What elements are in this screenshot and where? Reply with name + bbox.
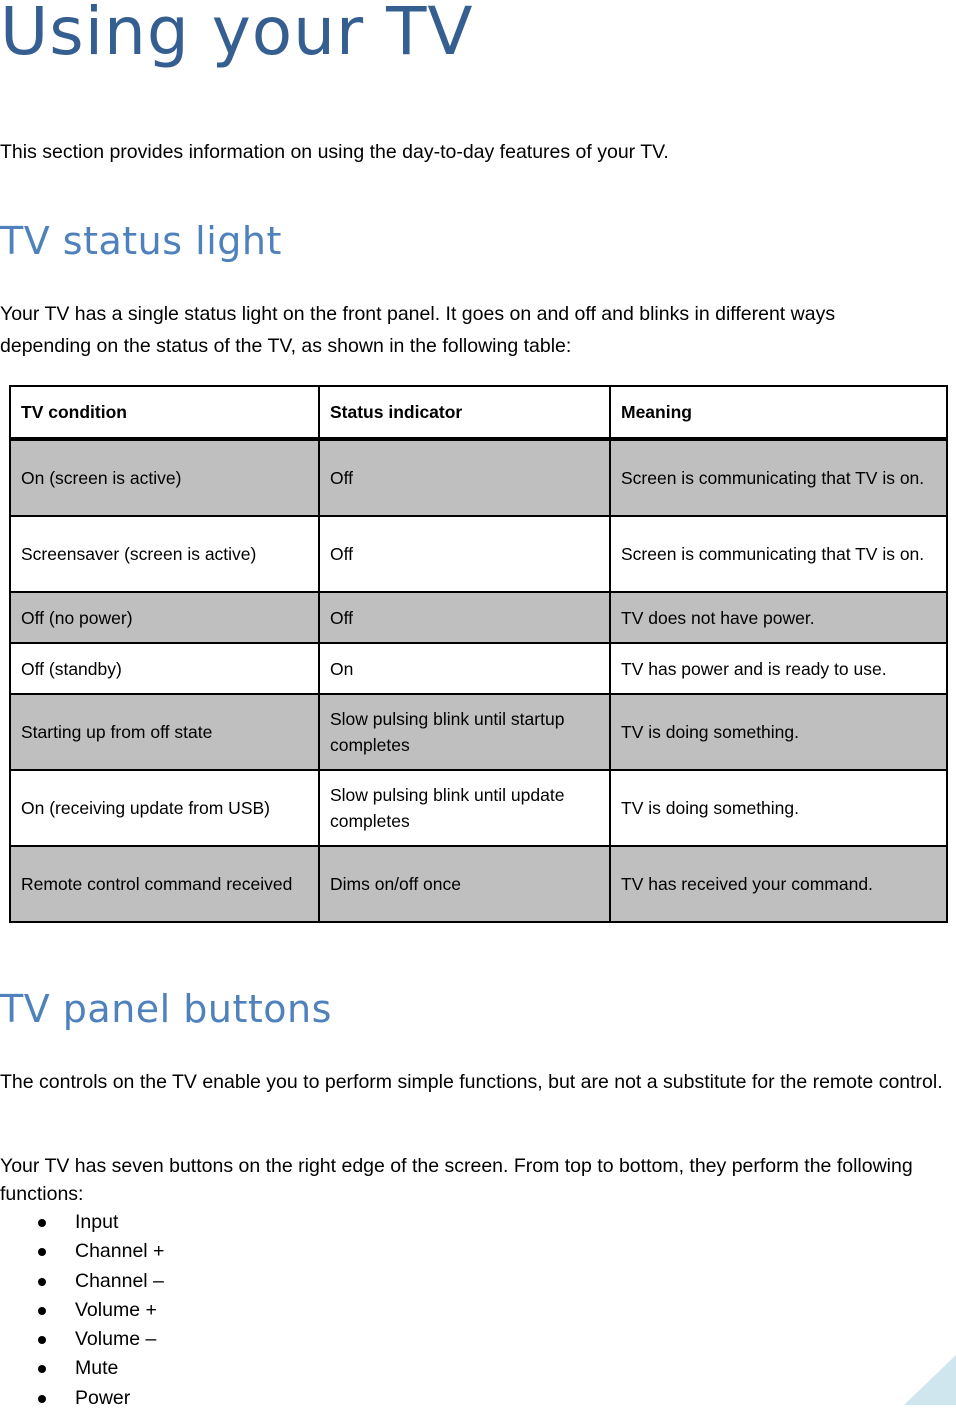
- bullet-icon: [38, 1277, 46, 1286]
- page-corner-decoration: [904, 1355, 956, 1405]
- bullet-icon: [38, 1248, 46, 1257]
- table-row: On (screen is active) Off Screen is comm…: [9, 438, 948, 517]
- column-header-indicator: Status indicator: [318, 385, 611, 441]
- cell-condition: Off (standby): [9, 642, 320, 695]
- bullet-icon: [38, 1394, 46, 1403]
- cell-meaning: TV has power and is ready to use.: [609, 642, 948, 695]
- cell-indicator: Off: [318, 591, 611, 644]
- table-row: Off (no power) Off TV does not have powe…: [9, 591, 948, 644]
- panel-buttons-paragraph-2: Your TV has seven buttons on the right e…: [0, 1155, 913, 1205]
- column-header-condition: TV condition: [9, 385, 320, 441]
- cell-meaning: TV is doing something.: [609, 693, 948, 771]
- status-light-heading: TV status light: [0, 219, 282, 263]
- table-row: Screensaver (screen is active) Off Scree…: [9, 515, 948, 593]
- bullet-icon: [38, 1365, 46, 1374]
- function-label: Mute: [75, 1357, 119, 1380]
- cell-meaning: TV has received your command.: [609, 845, 948, 923]
- cell-indicator: Slow pulsing blink until startup complet…: [318, 693, 611, 771]
- function-label: Channel –: [75, 1269, 164, 1292]
- column-header-meaning: Meaning: [609, 385, 948, 441]
- list-item: Mute: [0, 1354, 164, 1383]
- list-item: Power: [0, 1384, 164, 1413]
- cell-condition: Remote control command received: [9, 845, 320, 923]
- cell-condition: Screensaver (screen is active): [9, 515, 320, 593]
- list-item: Channel +: [0, 1237, 164, 1266]
- cell-condition: Starting up from off state: [9, 693, 320, 771]
- cell-indicator: On: [318, 642, 611, 695]
- list-item: Channel –: [0, 1267, 164, 1296]
- status-light-table: TV condition Status indicator Meaning On…: [9, 385, 948, 923]
- cell-indicator: Dims on/off once: [318, 845, 611, 923]
- cell-indicator: Off: [318, 438, 611, 517]
- table-row: On (receiving update from USB) Slow puls…: [9, 769, 948, 847]
- table-row: Remote control command received Dims on/…: [9, 845, 948, 923]
- function-label: Channel +: [75, 1240, 165, 1263]
- cell-meaning: TV does not have power.: [609, 591, 948, 644]
- list-item: Volume +: [0, 1296, 164, 1325]
- cell-condition: On (receiving update from USB): [9, 769, 320, 847]
- status-light-description: Your TV has a single status light on the…: [0, 303, 836, 357]
- bullet-icon: [38, 1306, 46, 1315]
- page-title: Using your TV: [0, 0, 474, 70]
- cell-indicator: Off: [318, 515, 611, 593]
- table-row: Off (standby) On TV has power and is rea…: [9, 642, 948, 695]
- cell-indicator: Slow pulsing blink until update complete…: [318, 769, 611, 847]
- function-label: Power: [75, 1386, 131, 1409]
- cell-condition: On (screen is active): [9, 438, 320, 517]
- table-row: Starting up from off state Slow pulsing …: [9, 693, 948, 771]
- cell-meaning: TV is doing something.: [609, 769, 948, 847]
- cell-meaning: Screen is communicating that TV is on.: [609, 515, 948, 593]
- panel-buttons-paragraph-1: The controls on the TV enable you to per…: [0, 1071, 943, 1093]
- panel-buttons-list: Input Channel + Channel – Volume + Volum…: [0, 1208, 164, 1413]
- bullet-icon: [38, 1219, 46, 1227]
- table-header-row: TV condition Status indicator Meaning: [9, 385, 948, 441]
- list-item: Input: [0, 1208, 164, 1237]
- panel-buttons-heading: TV panel buttons: [0, 987, 332, 1031]
- function-label: Volume –: [75, 1328, 157, 1351]
- cell-condition: Off (no power): [9, 591, 320, 644]
- function-label: Volume +: [75, 1298, 157, 1321]
- list-item: Volume –: [0, 1325, 164, 1354]
- cell-meaning: Screen is communicating that TV is on.: [609, 438, 948, 517]
- intro-paragraph: This section provides information on usi…: [0, 141, 669, 163]
- function-label: Input: [75, 1211, 119, 1233]
- bullet-icon: [38, 1336, 46, 1345]
